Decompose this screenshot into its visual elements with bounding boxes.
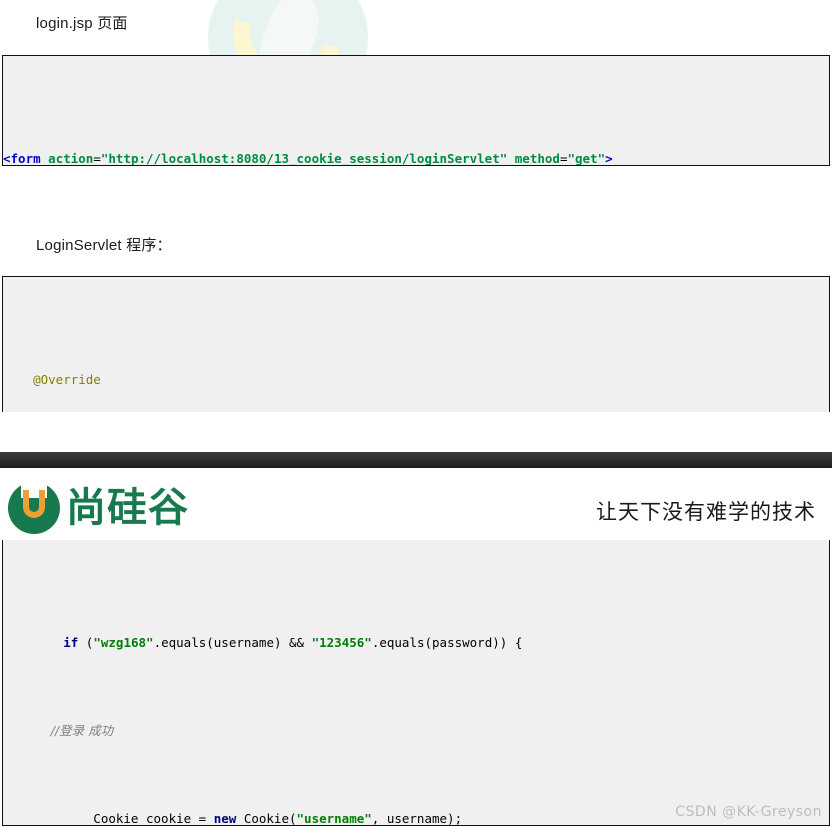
token-string: "get": [567, 151, 606, 166]
token-string: "username": [296, 811, 372, 826]
brand-name: 尚硅谷: [66, 485, 189, 531]
token-keyword: if: [63, 635, 79, 650]
caption-login-servlet: LoginServlet 程序：: [36, 237, 172, 254]
csdn-watermark: CSDN @KK-Greyson: [675, 804, 822, 820]
brand-tagline: 让天下没有难学的技术: [596, 500, 816, 524]
code-block-jsp-form: <form action="http://localhost:8080/13_c…: [2, 55, 830, 166]
caption-login-jsp: login.jsp 页面: [36, 15, 128, 32]
token-attr: method: [514, 151, 560, 166]
token-attr: action: [48, 151, 94, 166]
page-break-separator: [0, 452, 832, 468]
code-line: if ("wzg168".equals(username) && "123456…: [63, 635, 523, 650]
brand-header: 尚硅谷 让天下没有难学的技术: [0, 478, 832, 540]
brand-logo: 尚硅谷: [8, 482, 189, 534]
token-string: "123456": [311, 635, 372, 650]
code-block-servlet-head: @Override protected void doGet(HttpServl…: [2, 276, 830, 412]
token-string: "wzg168": [93, 635, 154, 650]
token-string: "http://localhost:8080/13_cookie_session…: [100, 151, 508, 166]
token-keyword: new: [213, 811, 237, 826]
token-annotation: @Override: [3, 372, 101, 387]
token-comment: //登录 成功: [3, 723, 114, 738]
code-block-servlet-body: if ("wzg168".equals(username) && "123456…: [2, 540, 830, 826]
shangguigu-u-logo-icon: [8, 482, 60, 534]
code-line: @Override: [3, 369, 829, 391]
code-line: //登录 成功: [3, 720, 829, 742]
token-tag: <form: [3, 151, 41, 166]
code-line: <form action="http://localhost:8080/13_c…: [3, 151, 613, 166]
